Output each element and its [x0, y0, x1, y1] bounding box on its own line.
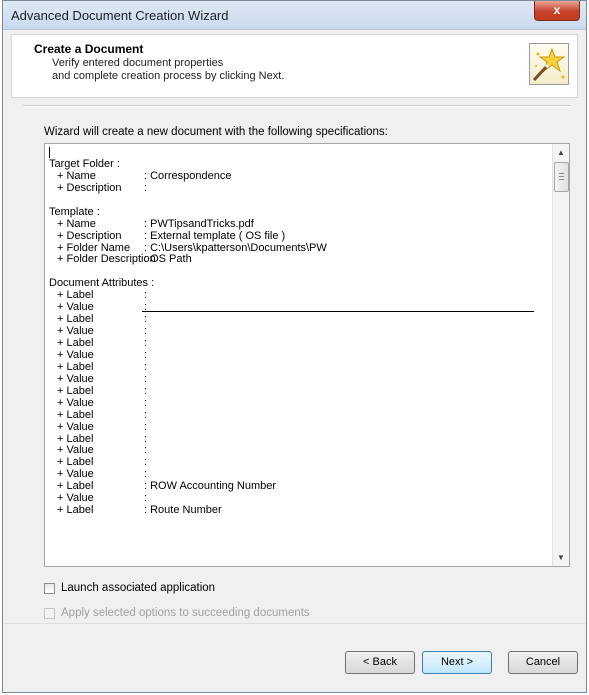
- spec-line: + Label:: [49, 408, 551, 422]
- spec-line: + Value:: [49, 372, 551, 386]
- spec-item-key: + Value: [57, 372, 94, 385]
- header-subtitle-line2: and complete creation process by clickin…: [52, 70, 285, 82]
- next-button[interactable]: Next >: [422, 651, 492, 674]
- spec-line: + Label:: [49, 289, 551, 302]
- spec-item-key: + Label: [57, 384, 94, 397]
- spec-line: + Name: Correspondence: [49, 169, 551, 183]
- spec-line: + Description:: [49, 181, 551, 195]
- spec-line: + Value:: [49, 396, 551, 410]
- text-caret: [49, 147, 50, 158]
- spec-item-value: :: [144, 396, 148, 409]
- spec-item-value: : ROW Accounting Number: [144, 480, 277, 493]
- spec-line: + Description : External template ( OS fi…: [49, 229, 551, 243]
- checkbox-box: [44, 608, 55, 619]
- spec-item-key: + Label: [57, 408, 94, 421]
- scroll-grip-mark: [559, 176, 564, 177]
- spec-line: + Name : PWTipsandTricks.pdf: [49, 217, 551, 231]
- spec-item-value: :: [144, 181, 148, 194]
- spec-line: + Value:: [49, 301, 551, 314]
- page-title: Create a Document: [34, 42, 144, 56]
- spec-line: + Label : Route Number: [49, 504, 551, 517]
- spec-line: [49, 147, 551, 159]
- spec-item-value: : External template ( OS file ): [144, 229, 286, 242]
- spec-item-value: :: [144, 420, 148, 433]
- scroll-grip-mark: [559, 173, 564, 174]
- header-divider: [23, 105, 570, 107]
- scroll-grip-mark: [559, 179, 564, 180]
- scroll-down-arrow-icon[interactable]: ▼: [553, 549, 569, 566]
- spec-line: + Value:: [49, 349, 551, 362]
- spec-item-value: :: [144, 384, 148, 397]
- spec-section-heading: Template :: [49, 205, 100, 218]
- spec-item-key: + Name: [57, 217, 96, 230]
- vertical-scrollbar[interactable]: ▲ ▼: [552, 144, 569, 566]
- spec-line: + Value:: [49, 420, 551, 434]
- spec-line: + Value:: [49, 468, 551, 481]
- spec-line: + Folder Description: OS Path: [49, 253, 551, 266]
- close-icon: x: [553, 3, 561, 17]
- spec-line: + Label: ROW Accounting Number: [49, 480, 551, 493]
- spec-line: + Label:: [49, 456, 551, 469]
- spec-line: + Label:: [49, 337, 551, 350]
- specifications-text[interactable]: Target Folder : + Name: Correspondence + D…: [49, 147, 551, 517]
- spec-item-key: + Description: [57, 181, 122, 194]
- header-subtitle-line1: Verify entered document properties: [52, 57, 224, 69]
- apply-to-succeeding-label: Apply selected options to succeeding doc…: [61, 607, 310, 619]
- spec-line: [49, 195, 551, 207]
- spec-line: Target Folder :: [49, 158, 551, 171]
- back-button[interactable]: < Back: [345, 651, 415, 674]
- spec-line: + Value:: [49, 444, 551, 457]
- spec-item-key: + Folder Description: [57, 253, 156, 266]
- spec-line: + Label:: [49, 361, 551, 374]
- spec-line: Template :: [49, 205, 551, 219]
- spec-item-value: : Route Number: [144, 504, 222, 517]
- spec-item-value: : PWTipsandTricks.pdf: [144, 217, 254, 230]
- spec-item-key: + Description: [57, 229, 122, 242]
- checkbox-box[interactable]: [44, 583, 55, 594]
- close-button[interactable]: x: [534, 1, 580, 21]
- spec-item-value: : OS Path: [144, 253, 192, 266]
- spec-item-key: + Value: [57, 396, 94, 409]
- spec-item-value: : Correspondence: [144, 169, 232, 182]
- spec-line: + Label:: [49, 384, 551, 398]
- specifications-textbox[interactable]: Target Folder : + Name: Correspondence + D…: [44, 143, 570, 567]
- wizard-header: Create a Document Verify entered documen…: [11, 34, 578, 98]
- spec-line: + Value:: [49, 492, 551, 505]
- button-bar: < Back Next > Cancel: [3, 623, 586, 692]
- cancel-button[interactable]: Cancel: [508, 651, 578, 674]
- spec-item-key: + Label: [57, 504, 94, 517]
- spec-line: + Label:: [49, 313, 551, 326]
- spec-line: Document Attributes :: [49, 277, 551, 290]
- spec-item-key: + Value: [57, 420, 94, 433]
- wizard-wand-icon: [529, 43, 569, 85]
- value-underline: [142, 311, 534, 313]
- launch-application-label[interactable]: Launch associated application: [61, 582, 215, 594]
- window-title: Advanced Document Creation Wizard: [11, 8, 229, 23]
- wizard-window: Advanced Document Creation Wizard x Crea…: [2, 0, 587, 693]
- spec-item-value: :: [144, 372, 148, 385]
- intro-text: Wizard will create a new document with t…: [44, 126, 388, 138]
- spec-item-value: :: [144, 408, 148, 421]
- title-bar[interactable]: Advanced Document Creation Wizard x: [3, 1, 586, 30]
- spec-line: + Value:: [49, 325, 551, 338]
- spec-line: + Label:: [49, 433, 551, 446]
- scroll-up-arrow-icon[interactable]: ▲: [553, 144, 569, 161]
- scrollbar-thumb[interactable]: [554, 162, 569, 192]
